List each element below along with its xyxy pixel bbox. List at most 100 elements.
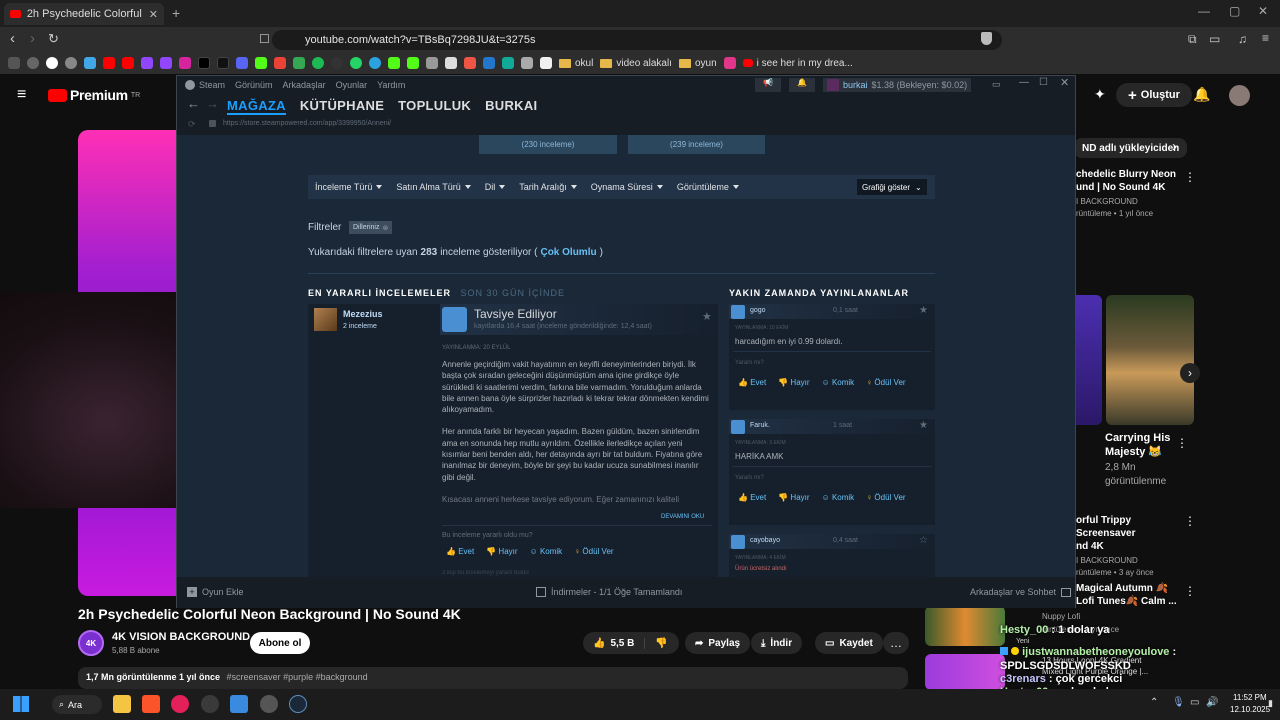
tab-close-icon[interactable]: ✕ <box>149 8 158 21</box>
bookmark-folder-video[interactable]: video alakalı <box>600 58 672 69</box>
more-options-icon[interactable]: ⋮ <box>1184 170 1196 184</box>
telegram-icon[interactable] <box>369 57 381 69</box>
obs-icon[interactable] <box>201 695 219 713</box>
language-filter-tag[interactable]: Dilleriniz ⊗ <box>349 221 393 234</box>
steam-forward-icon[interactable]: → <box>206 96 219 111</box>
bookmark-star-icon[interactable]: ☐ <box>259 32 270 46</box>
share-button[interactable]: ➦ Paylaş <box>685 632 751 654</box>
more-options-icon[interactable]: ⋮ <box>1184 514 1196 528</box>
save-button[interactable]: ▭ Kaydet <box>815 632 883 654</box>
filter-display[interactable]: Görüntüleme <box>677 182 739 192</box>
url-input[interactable]: youtube.com/watch?v=TBsBq7298JU&t=3275s <box>272 30 1002 50</box>
tray-chevron-icon[interactable]: ⌃ <box>1150 697 1158 708</box>
vote-yes-button[interactable]: 👍 Evet <box>738 493 766 502</box>
recent-author[interactable]: cayobayo <box>750 537 780 544</box>
twitch-icon[interactable] <box>160 57 172 69</box>
filter-date-range[interactable]: Tarih Aralığı <box>519 182 577 192</box>
youtube-bookmark-icon[interactable] <box>122 57 134 69</box>
related-video-3[interactable]: orful Trippy Screensaver nd 4K I BACKGRO… <box>1076 514 1186 577</box>
vote-yes-button[interactable]: 👍 Evet <box>446 547 474 556</box>
award-button[interactable]: ♀ Ödül Ver <box>574 547 613 556</box>
extension-icon[interactable] <box>521 57 533 69</box>
extension-icon[interactable] <box>426 57 438 69</box>
account-dropdown[interactable]: burkai $1.38 (Bekleyen: $0.02) <box>823 78 972 92</box>
photos-icon[interactable] <box>230 695 248 713</box>
history-icon[interactable] <box>27 57 39 69</box>
more-options-icon[interactable]: ⋮ <box>1184 584 1196 598</box>
announcements-icon[interactable]: 📢 <box>755 78 781 92</box>
steam-close-icon[interactable]: ✕ <box>1060 76 1069 89</box>
github-icon[interactable] <box>331 57 343 69</box>
chip-next-icon[interactable]: › <box>1172 138 1177 155</box>
steam-maximize-icon[interactable]: ☐ <box>1039 77 1048 88</box>
media-player-icon[interactable] <box>171 695 189 713</box>
nav-store[interactable]: MAĞAZA <box>227 98 286 115</box>
extension-icon[interactable] <box>464 57 476 69</box>
recent-author[interactable]: gogo <box>750 307 766 314</box>
vote-no-button[interactable]: 👎 Hayır <box>486 547 517 556</box>
x-icon[interactable] <box>198 57 210 69</box>
award-button[interactable]: ♀ Ödül Ver <box>866 378 905 387</box>
related-video-4[interactable]: Magical Autumn 🍂 Lofi Tunes🍂 Calm ... <box>1076 582 1186 608</box>
carousel-next-icon[interactable]: › <box>1180 363 1200 383</box>
youtube-bookmark-icon[interactable] <box>103 57 115 69</box>
award-button[interactable]: ♀ Ödül Ver <box>866 493 905 502</box>
vote-no-button[interactable]: 👎 Hayır <box>778 378 809 387</box>
clock-date[interactable]: 12.10.2025 <box>1230 705 1270 714</box>
bookmark-folder-okul[interactable]: okul <box>559 58 593 69</box>
reviewer-count[interactable]: 2 inceleme <box>343 323 377 330</box>
bookmark-folder-oyun[interactable]: oyun <box>678 58 717 69</box>
extension-icon[interactable] <box>483 57 495 69</box>
steam-taskbar-icon[interactable] <box>289 695 307 713</box>
tiktok-icon[interactable] <box>217 57 229 69</box>
steam-url[interactable]: https://store.steampowered.com/app/33999… <box>223 120 391 127</box>
volume-icon[interactable]: 🔊 <box>1206 697 1218 708</box>
spotify-icon[interactable] <box>312 57 324 69</box>
award-star-icon[interactable]: ★ <box>702 310 712 323</box>
reviewer-name[interactable]: Mezezius <box>343 309 383 319</box>
related-thumb-gradient[interactable] <box>925 654 1005 690</box>
show-graph-button[interactable]: Grafiği göster ⌄ <box>857 179 927 195</box>
vote-funny-button[interactable]: ☺ Komik <box>822 378 855 387</box>
extension-icon[interactable] <box>723 57 736 69</box>
filter-language[interactable]: Dil <box>485 182 506 192</box>
channel-avatar[interactable]: 4K <box>78 630 104 656</box>
related-thumb-lofi[interactable] <box>925 606 1005 646</box>
youtube-logo[interactable]: Premium TR <box>48 87 140 103</box>
gemini-icon[interactable]: ✦ <box>1094 86 1106 103</box>
apps-icon[interactable] <box>8 57 20 69</box>
hamburger-icon[interactable]: ≡ <box>17 86 26 104</box>
dislike-button[interactable]: 👎 <box>645 638 677 649</box>
more-actions-button[interactable]: … <box>883 632 909 654</box>
downloads-status[interactable]: İndirmeler - 1/1 Öğe Tamamlandı <box>536 587 682 597</box>
award-star-icon[interactable]: ★ <box>919 305 928 316</box>
chrome-icon[interactable] <box>65 57 77 69</box>
steam-back-icon[interactable]: ← <box>187 96 200 111</box>
filter-playtime[interactable]: Oynama Süresi <box>591 182 663 192</box>
notifications-icon[interactable]: 🔔 <box>789 78 815 92</box>
nav-library[interactable]: KÜTÜPHANE <box>300 98 384 115</box>
nav-community[interactable]: TOPLULUK <box>398 98 471 115</box>
kick-icon[interactable] <box>255 57 267 69</box>
nav-profile[interactable]: BURKAI <box>485 98 537 115</box>
kick-icon[interactable] <box>407 57 419 69</box>
vote-funny-button[interactable]: ☺ Komik <box>822 493 855 502</box>
reviewer-avatar[interactable] <box>314 308 337 331</box>
taskbar-search[interactable]: ⌕ Ara <box>52 695 102 714</box>
like-button[interactable]: 👍 5,5 B <box>583 637 646 649</box>
avatar[interactable] <box>1229 85 1250 106</box>
related-thumb-cat[interactable] <box>1106 295 1194 425</box>
clock-time[interactable]: 11:52 PM <box>1233 693 1267 702</box>
media-icon[interactable]: ♫ <box>1238 32 1247 46</box>
whatsapp-icon[interactable] <box>350 57 362 69</box>
summary-rating[interactable]: Çok Olumlu <box>540 247 596 258</box>
related-thumb-purple[interactable] <box>1076 295 1102 425</box>
sidebar-icon[interactable]: ▭ <box>1209 32 1220 46</box>
star-bookmark-icon[interactable] <box>84 57 96 69</box>
app-icon[interactable] <box>260 695 278 713</box>
notification-icon[interactable]: ▮ <box>1268 698 1273 709</box>
menu-steam[interactable]: Steam <box>199 80 225 90</box>
vote-no-button[interactable]: 👎 Hayır <box>778 493 809 502</box>
close-window-icon[interactable]: ✕ <box>1258 4 1268 18</box>
brave-icon[interactable] <box>142 695 160 713</box>
